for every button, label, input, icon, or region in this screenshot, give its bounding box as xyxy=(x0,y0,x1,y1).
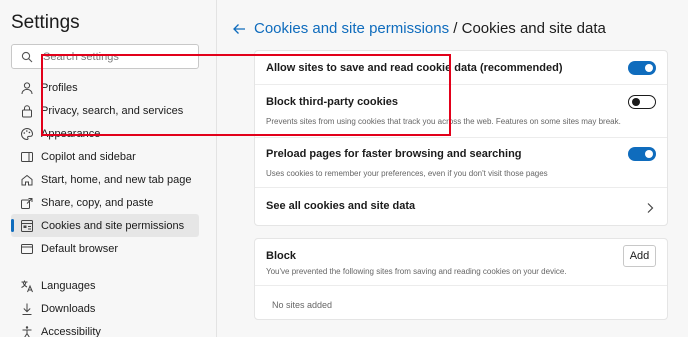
divider xyxy=(255,137,667,138)
sidebar-item-share[interactable]: Share, copy, and paste xyxy=(11,191,199,214)
language-icon xyxy=(20,279,34,293)
divider xyxy=(255,84,667,85)
sidebar-item-label: Copilot and sidebar xyxy=(41,150,136,163)
sidebar-item-default-browser[interactable]: Default browser xyxy=(11,237,199,260)
block-card: Block You've prevented the following sit… xyxy=(254,238,668,320)
block-section-title: Block xyxy=(266,250,296,262)
preload-pages-label: Preload pages for faster browsing and se… xyxy=(266,148,522,160)
block-third-party-toggle[interactable] xyxy=(628,95,656,109)
page-title: Cookies and site permissions / Cookies a… xyxy=(254,20,606,37)
allow-cookies-label: Allow sites to save and read cookie data… xyxy=(266,62,563,74)
preload-pages-toggle[interactable] xyxy=(628,147,656,161)
sidebar-item-profiles[interactable]: Profiles xyxy=(11,76,199,99)
toggle-knob xyxy=(645,64,653,72)
sidebar-item-cookies[interactable]: Cookies and site permissions xyxy=(11,214,199,237)
main-content: Cookies and site permissions / Cookies a… xyxy=(217,0,688,337)
back-arrow-icon[interactable] xyxy=(231,21,247,37)
cookie-settings-card: Allow sites to save and read cookie data… xyxy=(254,50,668,226)
sidebar-item-privacy[interactable]: Privacy, search, and services xyxy=(11,99,199,122)
search-box[interactable] xyxy=(11,44,199,69)
sidebar-item-label: Start, home, and new tab page xyxy=(41,173,192,186)
divider xyxy=(255,285,667,286)
palette-icon xyxy=(20,127,34,141)
home-icon xyxy=(20,173,34,187)
share-icon xyxy=(20,196,34,210)
see-all-cookies-link[interactable]: See all cookies and site data xyxy=(266,200,415,212)
breadcrumb-link[interactable]: Cookies and site permissions xyxy=(254,20,449,37)
sidebar-item-appearance[interactable]: Appearance xyxy=(11,122,199,145)
sidebar-item-label: Downloads xyxy=(41,302,96,315)
empty-list-text: No sites added xyxy=(272,300,333,310)
add-block-site-button[interactable]: Add xyxy=(623,245,656,267)
divider xyxy=(255,187,667,188)
block-third-party-description: Prevents sites from using cookies that t… xyxy=(266,117,621,126)
search-input[interactable] xyxy=(43,48,193,65)
settings-sidebar: Settings Profiles Privacy, search, and s… xyxy=(0,0,217,337)
block-section-description: You've prevented the following sites fro… xyxy=(266,267,567,276)
toggle-knob xyxy=(645,150,653,158)
sidebar-item-copilot[interactable]: Copilot and sidebar xyxy=(11,145,199,168)
sidebar-item-languages[interactable]: Languages xyxy=(11,274,199,297)
breadcrumb-current: Cookies and site data xyxy=(461,20,606,37)
sidebar-title: Settings xyxy=(11,12,80,33)
profile-icon xyxy=(20,81,34,95)
cookie-permissions-icon xyxy=(20,219,34,233)
sidebar-item-label: Accessibility xyxy=(41,325,101,337)
lock-icon xyxy=(20,104,34,118)
sidebar-item-label: Cookies and site permissions xyxy=(41,219,185,232)
breadcrumb-separator: / xyxy=(453,20,458,37)
sidebar-item-label: Default browser xyxy=(41,242,119,255)
chevron-right-icon[interactable] xyxy=(646,201,654,213)
sidebar-item-start-home[interactable]: Start, home, and new tab page xyxy=(11,168,199,191)
sidebar-item-label: Appearance xyxy=(41,127,101,140)
sidebar-item-downloads[interactable]: Downloads xyxy=(11,297,199,320)
sidebar-item-label: Privacy, search, and services xyxy=(41,104,184,117)
sidebar-item-label: Languages xyxy=(41,279,96,292)
browser-icon xyxy=(20,242,34,256)
sidebar-nav: Profiles Privacy, search, and services A… xyxy=(11,76,199,337)
download-icon xyxy=(20,302,34,316)
sidebar-item-accessibility[interactable]: Accessibility xyxy=(11,320,199,337)
accessibility-icon xyxy=(20,325,34,337)
block-third-party-label: Block third-party cookies xyxy=(266,96,399,108)
allow-cookies-toggle[interactable] xyxy=(628,61,656,75)
toggle-knob xyxy=(632,98,640,106)
sidebar-item-label: Profiles xyxy=(41,81,78,94)
preload-pages-description: Uses cookies to remember your preference… xyxy=(266,169,548,178)
sidebar-item-label: Share, copy, and paste xyxy=(41,196,154,209)
sidebar-icon xyxy=(20,150,34,164)
search-icon xyxy=(21,50,33,68)
